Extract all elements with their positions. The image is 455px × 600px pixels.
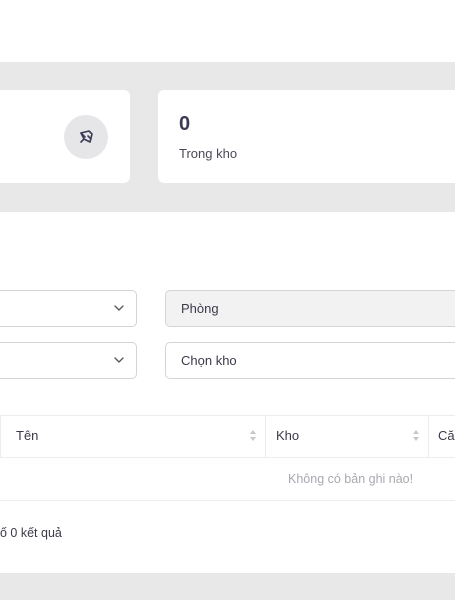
sort-icon[interactable] — [412, 429, 420, 442]
pagination-summary: ố 0 kết quả — [0, 526, 62, 540]
stat-value: 0 — [179, 113, 191, 135]
column-header-name[interactable]: Tên — [16, 428, 38, 443]
room-input[interactable]: Phòng — [165, 290, 455, 327]
column-divider — [428, 415, 429, 458]
chevron-down-icon — [114, 305, 124, 311]
pen-nib-icon — [80, 130, 93, 143]
column-divider — [0, 415, 1, 458]
sort-icon[interactable] — [249, 429, 257, 442]
filter-select-1[interactable] — [0, 290, 137, 327]
stat-label: Trong kho — [179, 146, 238, 161]
warehouse-select[interactable]: Chọn kho — [165, 342, 455, 379]
page-top — [0, 0, 455, 62]
list-panel — [0, 212, 455, 573]
filter-select-2[interactable] — [0, 342, 137, 379]
table-header — [0, 415, 455, 458]
column-header-partial[interactable]: Că — [438, 428, 455, 443]
stat-icon-wrapper — [64, 115, 108, 159]
stat-card-in-stock — [158, 90, 455, 183]
column-divider — [265, 415, 266, 458]
column-header-warehouse[interactable]: Kho — [276, 428, 299, 443]
empty-message: Không có bản ghi nào! — [288, 472, 414, 486]
chevron-down-icon — [114, 357, 124, 363]
